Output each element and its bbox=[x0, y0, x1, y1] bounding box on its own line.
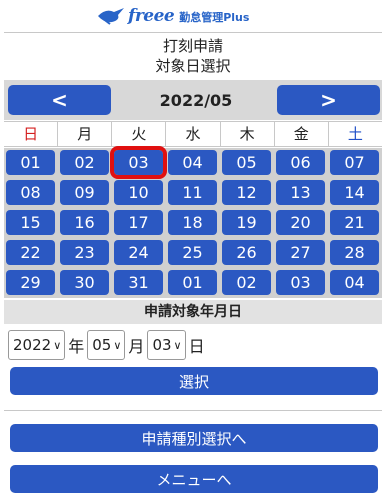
product-name: 勤怠管理Plus bbox=[179, 11, 250, 24]
brand-name: freee bbox=[128, 6, 175, 26]
calendar-day[interactable]: 20 bbox=[276, 210, 325, 235]
weekday-sat: 土 bbox=[347, 125, 363, 143]
app-header: freee 勤怠管理Plus bbox=[0, 0, 386, 32]
calendar-day[interactable]: 15 bbox=[6, 210, 55, 235]
year-unit: 年 bbox=[68, 337, 85, 356]
day-select[interactable]: 03 ∨ bbox=[147, 330, 186, 360]
calendar-day[interactable]: 02 bbox=[60, 150, 109, 175]
calendar-day[interactable]: 22 bbox=[6, 240, 55, 265]
calendar-day[interactable]: 14 bbox=[330, 180, 379, 205]
weekday-tue: 火 bbox=[112, 122, 167, 146]
next-month-button[interactable]: > bbox=[277, 85, 380, 115]
calendar-grid: 01 02 03 04 05 06 07 08 09 10 11 12 13 14 15 16 17 18 19 20… bbox=[4, 146, 382, 298]
weekday-mon: 月 bbox=[58, 122, 113, 146]
month-select-value: 05 bbox=[92, 336, 112, 354]
calendar-day[interactable]: 08 bbox=[6, 180, 55, 205]
page-title-sub: 対象日選択 bbox=[155, 57, 231, 75]
calendar-day[interactable]: 30 bbox=[60, 270, 109, 295]
request-type-button[interactable]: 申請種別選択へ bbox=[10, 424, 378, 452]
calendar-day[interactable]: 04 bbox=[330, 270, 379, 295]
weekday-header: 日 月 火 水 木 金 土 bbox=[4, 121, 382, 147]
calendar-day[interactable]: 16 bbox=[60, 210, 109, 235]
calendar-day[interactable]: 21 bbox=[330, 210, 379, 235]
target-date-selector: 2022 ∨ 年 05 ∨ 月 03 ∨ 日 bbox=[8, 330, 208, 360]
calendar-day[interactable]: 01 bbox=[6, 150, 55, 175]
calendar-day[interactable]: 24 bbox=[114, 240, 163, 265]
calendar-day[interactable]: 26 bbox=[222, 240, 271, 265]
weekday-thu: 木 bbox=[221, 122, 275, 146]
calendar-day[interactable]: 07 bbox=[330, 150, 379, 175]
calendar-day[interactable]: 02 bbox=[222, 270, 271, 295]
menu-button[interactable]: メニューへ bbox=[10, 465, 378, 493]
calendar-day[interactable]: 29 bbox=[6, 270, 55, 295]
weekday-fri: 金 bbox=[275, 122, 329, 146]
weekday-wed: 水 bbox=[166, 122, 221, 146]
divider bbox=[4, 410, 382, 411]
year-select-value: 2022 bbox=[13, 336, 52, 354]
page-title-main: 打刻申請 bbox=[162, 37, 223, 55]
calendar-day[interactable]: 25 bbox=[168, 240, 217, 265]
freee-logo: freee 勤怠管理Plus bbox=[96, 4, 249, 28]
calendar-day[interactable]: 23 bbox=[60, 240, 109, 265]
calendar-day[interactable]: 13 bbox=[276, 180, 325, 205]
calendar-day[interactable]: 31 bbox=[114, 270, 163, 295]
target-date-label: 申請対象年月日 bbox=[4, 300, 382, 324]
calendar-day[interactable]: 17 bbox=[114, 210, 163, 235]
bird-logo-icon bbox=[98, 8, 124, 25]
calendar-day[interactable]: 28 bbox=[330, 240, 379, 265]
calendar-day[interactable]: 05 bbox=[222, 150, 271, 175]
month-navigation: < 2022/05 > bbox=[4, 80, 382, 120]
calendar-day[interactable]: 03 bbox=[276, 270, 325, 295]
day-unit: 日 bbox=[188, 337, 205, 356]
select-button[interactable]: 選択 bbox=[10, 367, 378, 395]
page-title: 打刻申請 対象日選択 bbox=[4, 32, 382, 78]
calendar-day-selected[interactable]: 03 bbox=[110, 146, 167, 179]
calendar-day[interactable]: 06 bbox=[276, 150, 325, 175]
weekday-sun: 日 bbox=[4, 122, 59, 146]
chevron-down-icon: ∨ bbox=[113, 338, 122, 352]
calendar-day[interactable]: 18 bbox=[168, 210, 217, 235]
calendar-day[interactable]: 04 bbox=[168, 150, 217, 175]
calendar-day[interactable]: 27 bbox=[276, 240, 325, 265]
chevron-down-icon: ∨ bbox=[173, 338, 182, 352]
calendar-day[interactable]: 11 bbox=[168, 180, 217, 205]
calendar-day[interactable]: 09 bbox=[60, 180, 109, 205]
calendar-day[interactable]: 19 bbox=[222, 210, 271, 235]
year-select[interactable]: 2022 ∨ bbox=[8, 330, 66, 360]
calendar-day[interactable]: 12 bbox=[222, 180, 271, 205]
day-select-value: 03 bbox=[152, 336, 172, 354]
month-select[interactable]: 05 ∨ bbox=[87, 330, 126, 360]
prev-month-button[interactable]: < bbox=[8, 85, 111, 115]
month-unit: 月 bbox=[128, 337, 145, 356]
chevron-down-icon: ∨ bbox=[53, 338, 62, 352]
calendar-day[interactable]: 01 bbox=[168, 270, 217, 295]
current-month-label: 2022/05 bbox=[159, 90, 233, 110]
calendar-day[interactable]: 10 bbox=[114, 180, 163, 205]
